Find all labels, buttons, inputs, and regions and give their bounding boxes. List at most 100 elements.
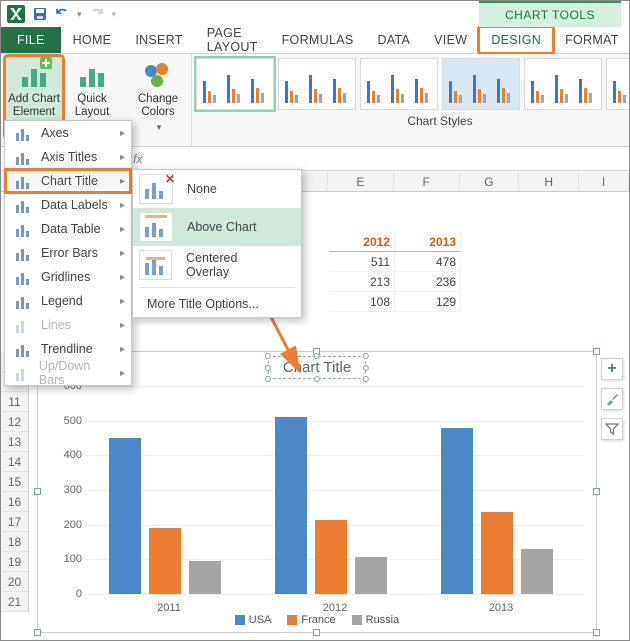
change-colors-button[interactable]: Change Colors	[130, 57, 186, 137]
y-tick-label: 0	[52, 588, 82, 600]
row-header[interactable]: 12	[1, 412, 29, 432]
row-header[interactable]: 11	[1, 392, 29, 412]
quick-layout-label: Quick Layout	[75, 93, 110, 119]
x-tick-label: 2012	[323, 602, 347, 614]
tab-format[interactable]: FORMAT	[553, 27, 630, 53]
chart-style-thumb[interactable]	[606, 58, 630, 110]
undo-dropdown-icon[interactable]: ▾	[77, 9, 82, 20]
row-header[interactable]: 16	[1, 492, 29, 512]
menu-item-data-labels[interactable]: Data Labels▸	[5, 193, 131, 217]
chart-style-thumb[interactable]	[524, 58, 602, 110]
cell[interactable]: 478	[395, 252, 461, 272]
chart-style-thumb[interactable]	[442, 58, 520, 110]
menu-item-axes[interactable]: Axes▸	[5, 121, 131, 145]
plus-icon: +	[607, 360, 616, 378]
bar[interactable]	[275, 417, 307, 594]
cell[interactable]: 213	[329, 272, 395, 292]
excel-icon	[7, 5, 25, 23]
cell[interactable]: 236	[395, 272, 461, 292]
group-chart-styles-label: Chart Styles	[192, 114, 630, 128]
tab-home[interactable]: HOME	[61, 27, 124, 53]
col-header[interactable]: E	[328, 172, 394, 192]
row-header[interactable]: 17	[1, 512, 29, 532]
row-header[interactable]: 21	[1, 592, 29, 612]
bar[interactable]	[149, 528, 181, 594]
x-tick-label: 2013	[489, 602, 513, 614]
tab-formulas[interactable]: FORMULAS	[270, 27, 366, 53]
bar[interactable]	[521, 549, 553, 594]
redo-icon[interactable]	[90, 7, 104, 21]
menu-item-axis-titles[interactable]: Axis Titles▸	[5, 145, 131, 169]
col-header[interactable]: H	[519, 172, 579, 192]
chart-styles-button[interactable]	[601, 388, 623, 410]
y-tick-label: 300	[52, 484, 82, 496]
brush-icon	[605, 392, 619, 406]
chart-style-thumb[interactable]	[278, 58, 356, 110]
quick-layout-icon	[76, 59, 108, 91]
save-icon[interactable]	[33, 7, 47, 21]
tab-insert[interactable]: INSERT	[123, 27, 194, 53]
menu-item-trendline[interactable]: Trendline▸	[5, 337, 131, 361]
tab-data[interactable]: DATA	[365, 27, 422, 53]
col-header[interactable]: F	[394, 172, 460, 192]
bar[interactable]	[355, 557, 387, 594]
tab-design[interactable]: DESIGN	[479, 27, 553, 53]
chart-styles-gallery[interactable]	[192, 54, 630, 114]
embedded-chart[interactable]: Chart Title 0100200300400500600201120122…	[37, 351, 597, 633]
bar[interactable]	[189, 561, 221, 594]
bar[interactable]	[481, 512, 513, 594]
y-tick-label: 400	[52, 449, 82, 461]
chart-elements-button[interactable]: +	[601, 358, 623, 380]
tab-page-layout[interactable]: PAGE LAYOUT	[195, 27, 270, 53]
tab-view[interactable]: VIEW	[422, 27, 479, 53]
row-header[interactable]: 18	[1, 532, 29, 552]
qat-customize-icon[interactable]: ▾	[112, 9, 117, 20]
col-header[interactable]: I	[579, 172, 629, 192]
bar[interactable]	[315, 520, 347, 594]
legend-item[interactable]: France	[287, 614, 335, 626]
cell[interactable]: 511	[329, 252, 395, 272]
menu-item-error-bars[interactable]: Error Bars▸	[5, 241, 131, 265]
submenu-item-more-options[interactable]: More Title Options...	[133, 291, 301, 317]
submenu-item-above-chart[interactable]: Above Chart	[133, 208, 301, 246]
quick-access-toolbar: ▾ ▾ CHART TOOLS	[1, 1, 629, 27]
submenu-item-centered-overlay[interactable]: Centered Overlay	[133, 246, 301, 284]
submenu-item-none[interactable]: ✕ None	[133, 170, 301, 208]
row-header[interactable]: 20	[1, 572, 29, 592]
menu-item-updown-bars: Up/Down Bars▸	[5, 361, 131, 385]
change-colors-icon	[142, 59, 174, 91]
cell[interactable]: 129	[395, 292, 461, 312]
row-header[interactable]: 15	[1, 472, 29, 492]
legend-item[interactable]: Russia	[352, 614, 400, 626]
chart-title[interactable]: Chart Title	[268, 356, 366, 379]
chart-legend[interactable]: USA France Russia	[38, 614, 596, 626]
cell[interactable]: 2012	[329, 232, 395, 252]
bar[interactable]	[441, 428, 473, 594]
col-header[interactable]: G	[460, 172, 520, 192]
funnel-icon	[605, 422, 619, 436]
add-chart-element-icon	[18, 59, 50, 91]
legend-item[interactable]: USA	[235, 614, 272, 626]
row-header[interactable]: 19	[1, 552, 29, 572]
ribbon-tabs: FILE HOME INSERT PAGE LAYOUT FORMULAS DA…	[1, 27, 629, 54]
row-header[interactable]: 14	[1, 452, 29, 472]
undo-icon[interactable]	[55, 7, 69, 21]
chart-style-thumb[interactable]	[196, 58, 274, 110]
chart-filters-button[interactable]	[601, 418, 623, 440]
bar[interactable]	[109, 438, 141, 594]
none-icon: ✕	[139, 174, 173, 204]
menu-item-legend[interactable]: Legend▸	[5, 289, 131, 313]
above-chart-icon	[139, 212, 173, 242]
menu-item-gridlines[interactable]: Gridlines▸	[5, 265, 131, 289]
row-header[interactable]: 13	[1, 432, 29, 452]
y-tick-label: 500	[52, 415, 82, 427]
centered-overlay-icon	[139, 250, 172, 280]
cell[interactable]: 108	[329, 292, 395, 312]
menu-item-chart-title[interactable]: Chart Title▸	[5, 169, 131, 193]
fx-icon[interactable]: fx	[133, 152, 142, 166]
tab-file[interactable]: FILE	[1, 27, 61, 53]
cell[interactable]: 2013	[395, 232, 461, 252]
chart-style-thumb[interactable]	[360, 58, 438, 110]
menu-item-data-table[interactable]: Data Table▸	[5, 217, 131, 241]
plot-area[interactable]: 0100200300400500600201120122013	[86, 386, 584, 594]
